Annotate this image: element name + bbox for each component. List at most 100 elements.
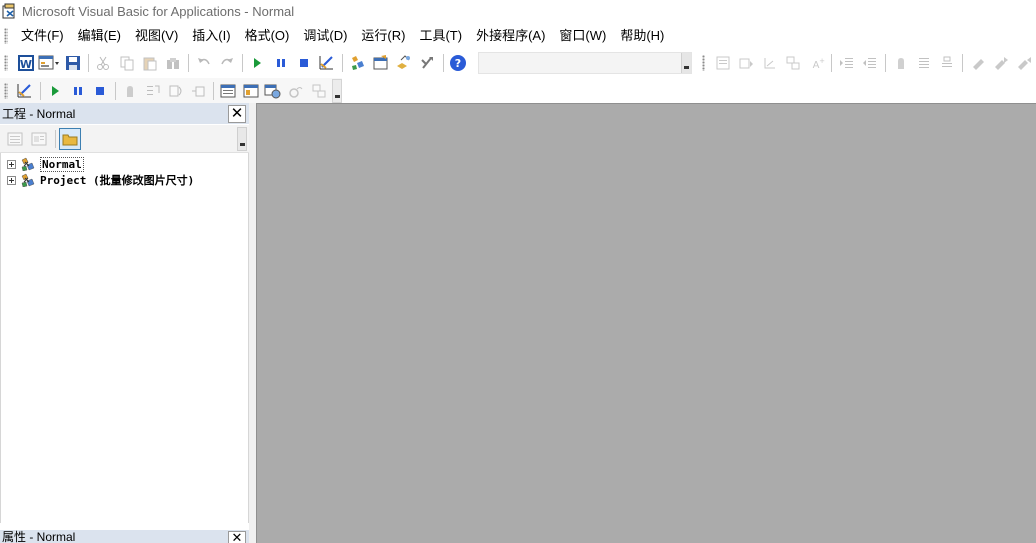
properties-pane-title: 属性 - Normal (2, 530, 76, 543)
reset-icon[interactable] (90, 80, 111, 102)
vba-app-icon (2, 3, 18, 19)
toolbar-grip[interactable] (4, 83, 8, 99)
code-workspace[interactable] (256, 103, 1036, 543)
menubar-grip[interactable] (4, 28, 8, 44)
toolbar-separator (884, 54, 886, 72)
undo-icon[interactable] (193, 52, 214, 74)
debug-toolbar-overflow[interactable] (332, 79, 342, 103)
vba-project-icon (20, 173, 36, 188)
menu-format[interactable]: 格式(O) (238, 25, 297, 47)
window-title: Microsoft Visual Basic for Applications … (22, 3, 295, 19)
find-icon[interactable] (163, 52, 184, 74)
redo-icon[interactable] (216, 52, 237, 74)
svg-text:+: + (819, 57, 825, 65)
uncomment-block-icon[interactable] (937, 52, 958, 74)
menu-help[interactable]: 帮助(H) (613, 25, 671, 47)
copy-icon[interactable] (116, 52, 137, 74)
quick-watch-icon[interactable] (286, 80, 307, 102)
toggle-breakpoint-icon[interactable] (890, 52, 911, 74)
toolbar-separator (961, 54, 963, 72)
menu-insert[interactable]: 插入(I) (185, 25, 237, 47)
toolbar-separator (55, 129, 56, 148)
toolbox-icon[interactable] (417, 52, 438, 74)
menu-edit[interactable]: 编辑(E) (71, 25, 128, 47)
menu-window[interactable]: 窗口(W) (552, 25, 613, 47)
break-icon[interactable] (67, 80, 88, 102)
toolbar-separator (241, 54, 243, 72)
toolbar-separator (87, 54, 89, 72)
toolbar-separator (39, 82, 41, 100)
insert-userform-icon[interactable] (38, 52, 60, 74)
paste-icon[interactable] (139, 52, 160, 74)
locals-window-icon[interactable] (218, 80, 239, 102)
tree-item-label: Normal (40, 156, 84, 172)
expand-icon[interactable] (7, 175, 16, 185)
project-pane-header: 工程 - Normal ✕ (0, 103, 249, 124)
close-icon[interactable]: ✕ (228, 531, 246, 543)
project-explorer-icon[interactable] (347, 52, 368, 74)
step-out-icon[interactable] (188, 80, 209, 102)
toggle-bookmark-icon[interactable] (967, 52, 988, 74)
location-combo[interactable] (477, 52, 692, 74)
quick-info-icon[interactable] (759, 52, 780, 74)
toolbar-grip[interactable] (4, 55, 8, 71)
toggle-breakpoint-icon[interactable] (120, 80, 141, 102)
menu-run[interactable]: 运行(R) (354, 25, 412, 47)
tree-item-label: Project (批量修改图片尺寸) (40, 174, 195, 187)
run-icon[interactable] (44, 80, 65, 102)
outdent-icon[interactable] (860, 52, 881, 74)
object-browser-icon[interactable] (394, 52, 415, 74)
previous-bookmark-icon[interactable] (1014, 52, 1035, 74)
properties-window-icon[interactable] (370, 52, 391, 74)
design-mode-icon[interactable] (15, 80, 36, 102)
toolbar-separator (342, 54, 344, 72)
immediate-window-icon[interactable] (240, 80, 261, 102)
title-bar: Microsoft Visual Basic for Applications … (0, 0, 1036, 22)
toolbar-separator (188, 54, 189, 72)
list-constants-icon[interactable] (736, 52, 757, 74)
menu-debug[interactable]: 调试(D) (296, 25, 354, 47)
complete-word-icon[interactable]: A + (806, 52, 827, 74)
toolbar-separator (212, 82, 214, 100)
project-pane-toolbar (0, 125, 249, 153)
step-over-icon[interactable] (165, 80, 186, 102)
location-combo-dropdown[interactable] (680, 53, 691, 73)
reset-icon[interactable] (293, 52, 314, 74)
step-into-icon[interactable] (142, 80, 163, 102)
toolbar-separator (442, 54, 444, 72)
menu-addins[interactable]: 外接程序(A) (469, 25, 552, 47)
toggle-folders-icon[interactable] (59, 127, 81, 150)
design-mode-icon[interactable] (317, 52, 338, 74)
help-icon[interactable]: ? (447, 52, 468, 74)
watch-window-icon[interactable] (263, 80, 284, 102)
project-toolbar-overflow[interactable] (237, 127, 247, 151)
next-bookmark-icon[interactable] (990, 52, 1011, 74)
parameter-info-icon[interactable] (782, 52, 803, 74)
menu-file[interactable]: 文件(F) (14, 25, 71, 47)
list-properties-icon[interactable] (712, 52, 733, 74)
toolbar-separator (114, 82, 116, 100)
menu-tools[interactable]: 工具(T) (412, 25, 469, 47)
close-icon[interactable]: ✕ (228, 104, 246, 123)
indent-icon[interactable] (836, 52, 857, 74)
break-icon[interactable] (270, 52, 291, 74)
save-icon[interactable] (62, 52, 83, 74)
view-word-icon[interactable]: W (15, 52, 36, 74)
view-code-icon[interactable] (4, 128, 26, 150)
svg-text:?: ? (455, 57, 461, 70)
project-pane-title: 工程 - Normal (2, 107, 76, 121)
call-stack-icon[interactable] (309, 80, 330, 102)
edit-toolbar-grip[interactable] (701, 55, 706, 71)
properties-pane-header: 属性 - Normal ✕ (0, 530, 249, 543)
expand-icon[interactable] (7, 159, 16, 169)
pane-splitter[interactable] (249, 103, 256, 543)
cut-icon[interactable] (93, 52, 114, 74)
view-object-icon[interactable] (28, 128, 50, 150)
tree-item-normal[interactable]: Normal (7, 156, 84, 172)
run-icon[interactable] (247, 52, 268, 74)
standard-toolbar: W ? A + (0, 50, 1036, 76)
svg-text:W: W (19, 58, 31, 71)
menu-view[interactable]: 视图(V) (128, 25, 185, 47)
tree-item-project[interactable]: Project (批量修改图片尺寸) (7, 172, 194, 188)
comment-block-icon[interactable] (913, 52, 934, 74)
